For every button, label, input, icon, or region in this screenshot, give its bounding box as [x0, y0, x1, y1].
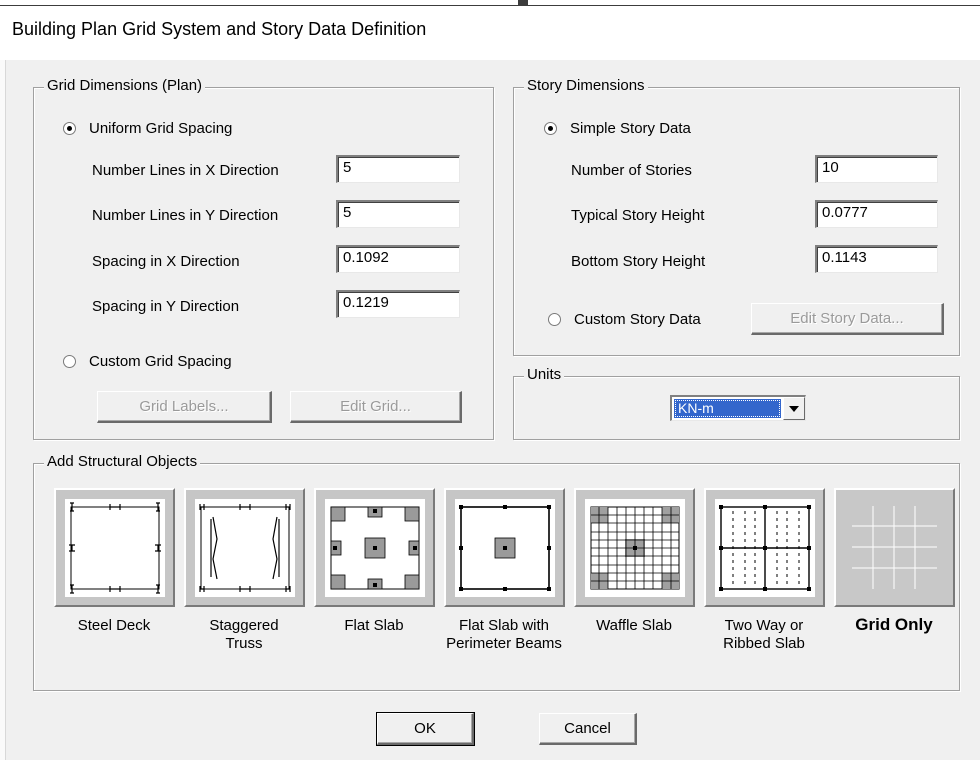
chevron-down-icon[interactable]: [783, 397, 805, 420]
flat-slab-tile[interactable]: [314, 488, 435, 607]
custom-story-data-label: Custom Story Data: [574, 311, 701, 328]
label-line-1: Waffle Slab: [596, 617, 672, 634]
units-selected-value: KN-m: [674, 399, 781, 418]
radio-dot[interactable]: [544, 122, 557, 135]
steel-deck-tile[interactable]: [54, 488, 175, 607]
flat-slab-perimeter-beams-tile[interactable]: [444, 488, 565, 607]
staggered-truss-icon: [194, 498, 295, 597]
label-line-1: Steel Deck: [77, 617, 151, 634]
steel-deck-label: Steel Deck: [44, 617, 184, 635]
two-way-ribbed-slab-icon: [714, 498, 815, 597]
cancel-button[interactable]: Cancel: [539, 713, 637, 745]
label-line-1: Two Way or: [724, 617, 804, 634]
bottom-story-height-input[interactable]: 0.1143: [815, 245, 938, 273]
edit-story-data-button[interactable]: Edit Story Data...: [751, 303, 944, 335]
number-lines-x-input[interactable]: 5: [336, 155, 460, 183]
bottom-story-height-label: Bottom Story Height: [571, 253, 706, 270]
edit-grid-button[interactable]: Edit Grid...: [290, 391, 462, 423]
simple-story-data-radio[interactable]: Simple Story Data: [544, 120, 691, 137]
radio-dot[interactable]: [63, 355, 76, 368]
uniform-grid-spacing-label: Uniform Grid Spacing: [89, 120, 233, 137]
number-lines-y-label: Number Lines in Y Direction: [92, 207, 279, 224]
uniform-grid-spacing-radio[interactable]: Uniform Grid Spacing: [63, 120, 232, 137]
staggered-truss-label: Staggered Truss: [174, 617, 314, 653]
radio-dot[interactable]: [548, 313, 561, 326]
typical-story-height-input[interactable]: 0.0777: [815, 200, 938, 228]
structural-objects-legend: Add Structural Objects: [44, 453, 201, 470]
radio-dot[interactable]: [63, 122, 76, 135]
label-line-1: Flat Slab: [344, 617, 404, 634]
grid-labels-button[interactable]: Grid Labels...: [97, 391, 272, 423]
grid-only-icon: [836, 490, 953, 605]
flat-slab-label: Flat Slab: [304, 617, 444, 635]
custom-grid-spacing-label: Custom Grid Spacing: [89, 353, 232, 370]
two-way-ribbed-slab-tile[interactable]: [704, 488, 825, 607]
label-line-1: Flat Slab with: [458, 617, 550, 634]
waffle-slab-icon: [584, 498, 685, 597]
simple-story-data-label: Simple Story Data: [570, 120, 691, 137]
grid-only-label: Grid Only: [824, 616, 964, 634]
staggered-truss-tile[interactable]: [184, 488, 305, 607]
story-dimensions-legend: Story Dimensions: [524, 77, 648, 94]
title-notch: [518, 0, 528, 5]
spacing-x-label: Spacing in X Direction: [92, 253, 240, 270]
number-lines-y-input[interactable]: 5: [336, 200, 460, 228]
spacing-x-input[interactable]: 0.1092: [336, 245, 460, 273]
units-select[interactable]: KN-m: [670, 395, 806, 421]
number-lines-x-label: Number Lines in X Direction: [92, 162, 279, 179]
typical-story-height-label: Typical Story Height: [571, 207, 705, 224]
grid-dimensions-legend: Grid Dimensions (Plan): [44, 77, 206, 94]
window-frame: [0, 0, 6, 760]
label-line-2: Perimeter Beams: [446, 635, 562, 652]
label-line-2: Ribbed Slab: [723, 635, 805, 652]
custom-grid-spacing-radio[interactable]: Custom Grid Spacing: [63, 353, 232, 370]
spacing-y-label: Spacing in Y Direction: [92, 298, 240, 315]
waffle-slab-label: Waffle Slab: [564, 617, 704, 635]
units-legend: Units: [524, 366, 565, 383]
number-of-stories-label: Number of Stories: [571, 162, 692, 179]
grid-only-tile[interactable]: [834, 488, 955, 607]
title-border: [0, 5, 980, 6]
label-line-1: Grid Only: [855, 615, 933, 634]
flat-slab-perimeter-beams-icon: [454, 498, 555, 597]
custom-story-data-radio[interactable]: Custom Story Data: [548, 311, 701, 328]
ok-button[interactable]: OK: [376, 712, 475, 746]
steel-deck-icon: [64, 498, 165, 597]
label-line-2: Truss: [225, 635, 263, 652]
label-line-1: Staggered: [209, 617, 279, 634]
waffle-slab-tile[interactable]: [574, 488, 695, 607]
flat-slab-icon: [324, 498, 425, 597]
two-way-ribbed-slab-label: Two Way or Ribbed Slab: [694, 617, 834, 653]
number-of-stories-input[interactable]: 10: [815, 155, 938, 183]
flat-slab-perimeter-beams-label: Flat Slab with Perimeter Beams: [434, 617, 574, 653]
dialog-title: Building Plan Grid System and Story Data…: [12, 19, 427, 39]
spacing-y-input[interactable]: 0.1219: [336, 290, 460, 318]
